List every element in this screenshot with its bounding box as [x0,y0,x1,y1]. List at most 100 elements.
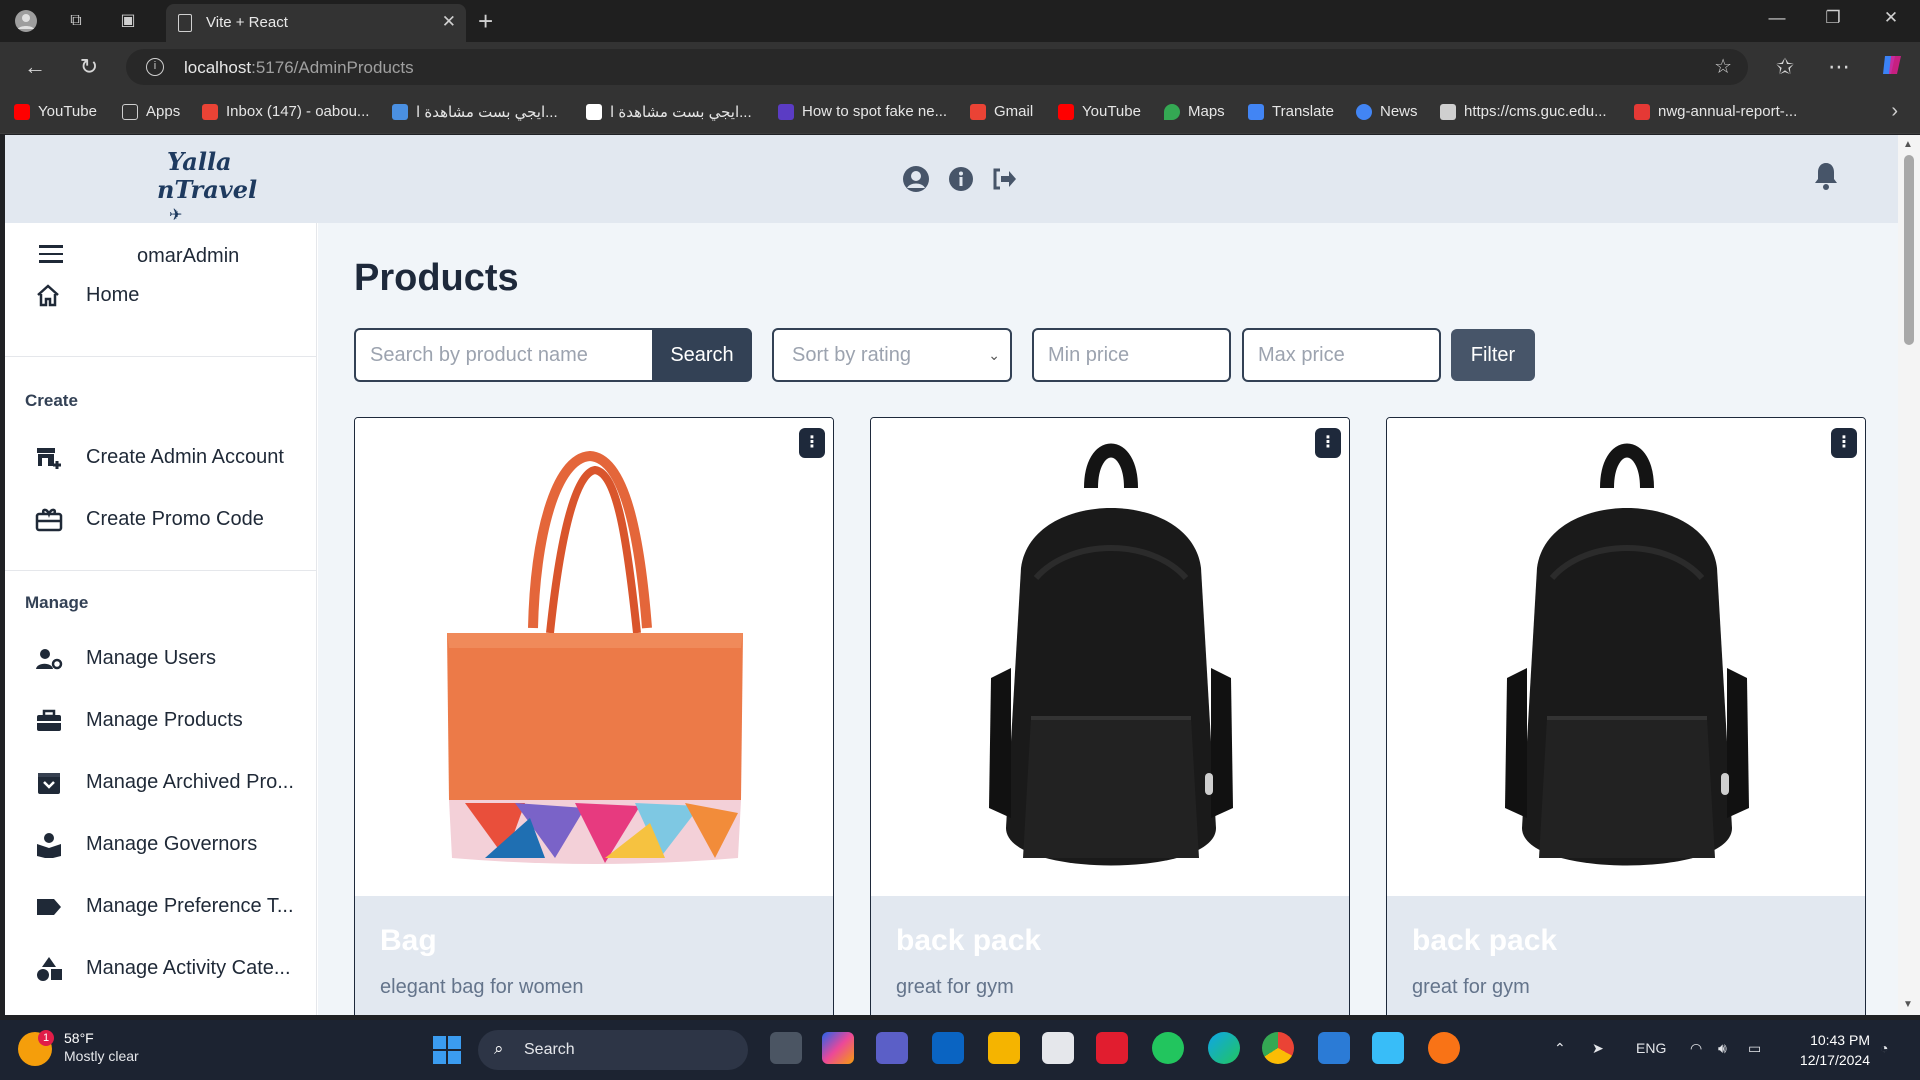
card-options-icon[interactable]: ⋮ [799,428,825,458]
search-button[interactable]: Search [652,328,752,382]
bookmark-cms-guc[interactable]: https://cms.guc.edu... [1440,103,1607,120]
sidebar-item-manage-products[interactable]: Manage Products [5,696,317,746]
archive-box-icon [35,770,63,796]
windows-start-icon[interactable] [433,1036,461,1064]
product-card[interactable]: ⋮ back pack great for gym [870,417,1350,1015]
location-icon[interactable]: ➤ [1592,1040,1604,1057]
bookmark-egybest-2[interactable]: ايجي بست مشاهدة ا... [586,103,752,121]
weather-badge: 1 [38,1030,54,1046]
hamburger-menu-icon[interactable] [39,245,63,268]
close-window-button[interactable]: ✕ [1876,8,1906,28]
sort-selected-value: Sort by rating [792,344,911,366]
bookmark-fake-news[interactable]: How to spot fake ne... [778,103,947,120]
reload-icon[interactable]: ↻ [76,54,102,80]
bookmark-inbox[interactable]: Inbox (147) - oabou... [202,103,369,120]
chevron-right-icon[interactable]: › [1891,100,1898,123]
sidebar-item-create-promo[interactable]: Create Promo Code [5,495,317,545]
edge-icon[interactable] [1208,1032,1240,1064]
chevron-up-icon[interactable]: ⌃ [1554,1040,1566,1057]
bookmark-label: Apps [146,103,181,120]
scrollbar-thumb[interactable] [1904,155,1914,345]
taskbar-search[interactable]: ⌕ Search [478,1030,748,1070]
app-logo[interactable]: Yalla nTravel ✈ [155,145,257,224]
outlook-icon[interactable] [932,1032,964,1064]
bookmark-label: https://cms.guc.edu... [1464,103,1607,120]
teams-icon[interactable] [876,1032,908,1064]
paint-icon[interactable] [1372,1032,1404,1064]
bookmark-translate[interactable]: Translate [1248,103,1334,120]
notification-bell-icon[interactable] [1812,161,1840,191]
user-profile-icon[interactable] [902,165,930,193]
card-options-icon[interactable]: ⋮ [1831,428,1857,458]
back-icon[interactable]: ← [22,54,48,80]
copilot-icon[interactable] [1880,52,1906,84]
shapes-icon [35,956,63,982]
task-view-icon[interactable] [770,1032,802,1064]
sidebar-item-label: Manage Preference T... [86,895,294,917]
bookmark-news[interactable]: News [1356,103,1418,120]
sidebar-item-home[interactable]: Home [5,271,317,321]
bookmark-maps[interactable]: Maps [1164,103,1225,120]
vscode-icon[interactable] [1318,1032,1350,1064]
restore-button[interactable]: ❐ [1818,8,1848,28]
product-image [1387,418,1865,896]
document-icon [122,103,138,120]
anydesk-icon[interactable] [1096,1032,1128,1064]
max-price-input[interactable] [1242,328,1441,382]
sidebar-item-manage-archived[interactable]: Manage Archived Pro... [5,758,317,808]
sidebar-item-manage-governors[interactable]: Manage Governors [5,820,317,870]
microsoft-store-icon[interactable] [1042,1032,1074,1064]
sidebar-item-manage-users[interactable]: Manage Users [5,634,317,684]
vertical-tabs-icon[interactable]: ▣ [116,9,140,33]
whatsapp-icon[interactable] [1152,1032,1184,1064]
sidebar-item-manage-preference-tags[interactable]: Manage Preference T... [5,882,317,932]
postman-icon[interactable] [1428,1032,1460,1064]
bookmark-egybest-1[interactable]: ايجي بست مشاهدة ا... [392,103,558,121]
tab-vite-react[interactable]: Vite + React ✕ [166,4,466,42]
sort-by-select[interactable]: Sort by rating ⌄ [772,328,1012,382]
minimize-button[interactable]: — [1762,8,1792,28]
favorite-star-icon[interactable]: ☆ [1714,54,1732,79]
info-icon[interactable] [947,165,975,193]
product-card[interactable]: ⋮ Bag elegant bag for women [354,417,834,1015]
workspaces-icon[interactable]: ⧉ [64,9,88,33]
language-indicator[interactable]: ENG [1636,1040,1666,1056]
scroll-up-arrow-icon[interactable]: ▲ [1903,139,1913,150]
site-favicon-icon [586,104,602,120]
address-field[interactable]: i localhost:5176/AdminProducts ☆ [126,49,1748,85]
file-explorer-icon[interactable] [988,1032,1020,1064]
sidebar-item-create-admin[interactable]: Create Admin Account [5,433,317,483]
black-backpack-image [1505,443,1749,866]
taskbar-search-label: Search [524,1041,575,1058]
bookmark-nwg-report[interactable]: nwg-annual-report-... [1634,103,1797,120]
logout-icon[interactable] [990,165,1018,193]
bookmark-youtube-2[interactable]: YouTube [1058,103,1141,120]
divider [5,570,317,571]
scroll-down-arrow-icon[interactable]: ▼ [1903,999,1913,1010]
system-clock[interactable]: 10:43 PM 12/17/2024 [1800,1030,1870,1070]
profile-icon[interactable] [14,9,38,33]
filter-button[interactable]: Filter [1451,329,1535,381]
product-card[interactable]: ⋮ back pack great for gym [1386,417,1866,1015]
volume-icon[interactable]: 🔊︎ [1718,1040,1727,1057]
more-menu-icon[interactable]: ⋯ [1826,54,1852,80]
admin-username: omarAdmin [137,245,240,267]
product-search-input[interactable] [354,328,652,382]
sidebar-item-manage-activity-categories[interactable]: Manage Activity Cate... [5,944,317,994]
new-tab-button[interactable]: + [478,6,493,37]
bookmark-apps[interactable]: Apps [122,103,180,120]
close-tab-icon[interactable]: ✕ [442,12,456,32]
card-options-icon[interactable]: ⋮ [1315,428,1341,458]
wifi-icon[interactable]: ◠ [1690,1040,1702,1057]
bookmark-gmail[interactable]: Gmail [970,103,1033,120]
favorites-icon[interactable]: ✩ [1772,54,1798,80]
min-price-input[interactable] [1032,328,1231,382]
notifications-icon[interactable]: ◔ [1880,1040,1888,1056]
copilot-app-icon[interactable] [822,1032,854,1064]
bookmark-youtube[interactable]: YouTube [14,103,97,120]
battery-icon[interactable]: ▭ [1748,1040,1761,1057]
site-info-icon[interactable]: i [146,58,164,76]
page-scrollbar[interactable]: ▲ ▼ [1898,135,1920,1015]
chrome-icon[interactable] [1262,1032,1294,1064]
sidebar-item-label: Create Admin Account [86,446,284,468]
